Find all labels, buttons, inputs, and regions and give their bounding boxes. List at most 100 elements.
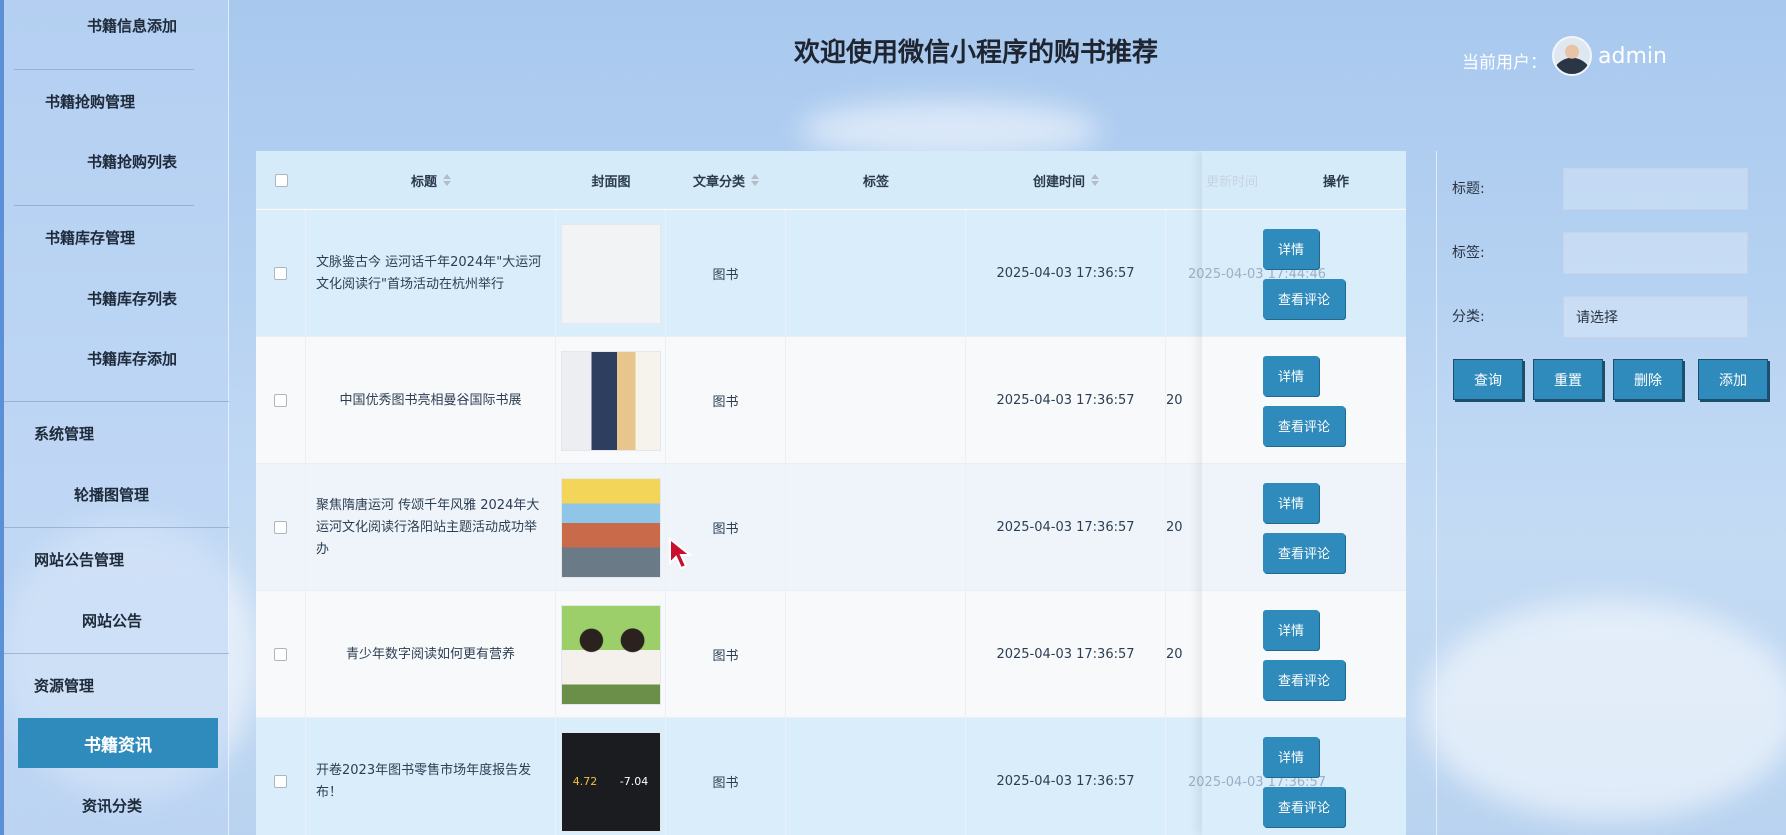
panel-divider	[1436, 151, 1437, 835]
row-category: 图书	[666, 337, 786, 464]
row-cover-cell	[556, 337, 666, 464]
view-comments-button[interactable]: 查看评论	[1263, 659, 1345, 700]
filter-title-input[interactable]	[1563, 168, 1748, 210]
delete-button[interactable]: 删除	[1613, 359, 1683, 400]
sidebar-item-notice[interactable]: 网站公告	[82, 610, 142, 631]
row-cover-cell	[556, 464, 666, 591]
sidebar-item-resource-mgmt[interactable]: 资源管理	[34, 675, 94, 696]
row-updated: 20	[1166, 393, 1183, 408]
row-title: 青少年数字阅读如何更有营养	[306, 591, 556, 718]
sort-icon[interactable]	[443, 174, 451, 186]
row-select-cell	[256, 718, 306, 835]
detail-button[interactable]: 详情	[1263, 482, 1319, 523]
sidebar-item-book-stock-list[interactable]: 书籍库存列表	[87, 288, 177, 309]
row-checkbox[interactable]	[274, 267, 287, 280]
row-select-cell	[256, 210, 306, 337]
filter-title-label: 标题:	[1452, 181, 1485, 197]
cover-value-down: -7.04	[619, 775, 649, 788]
detail-button[interactable]: 详情	[1263, 228, 1319, 269]
row-title: 中国优秀图书亮相曼谷国际书展	[306, 337, 556, 464]
reset-button[interactable]: 重置	[1533, 359, 1603, 400]
row-checkbox[interactable]	[274, 521, 287, 534]
row-created: 2025-04-03 17:36:57	[966, 464, 1166, 591]
row-select-cell	[256, 337, 306, 464]
sidebar-divider	[4, 527, 229, 528]
col-tag: 标签	[786, 151, 966, 209]
view-comments-button[interactable]: 查看评论	[1263, 278, 1345, 319]
row-select-cell	[256, 591, 306, 718]
query-button[interactable]: 查询	[1453, 359, 1523, 400]
col-title-label: 标题	[410, 174, 437, 190]
col-category[interactable]: 文章分类	[666, 151, 786, 209]
row-updated: 20	[1166, 647, 1183, 662]
row-tag	[786, 718, 966, 835]
sidebar-item-book-stock-add[interactable]: 书籍库存添加	[87, 348, 177, 369]
row-category: 图书	[666, 464, 786, 591]
view-comments-button[interactable]: 查看评论	[1263, 786, 1345, 827]
col-created-label: 创建时间	[1032, 174, 1085, 190]
sidebar-item-book-flash-sale-mgmt[interactable]: 书籍抢购管理	[45, 91, 135, 112]
col-created[interactable]: 创建时间	[966, 151, 1166, 209]
sort-icon[interactable]	[1091, 174, 1099, 186]
row-created: 2025-04-03 17:36:57	[966, 591, 1166, 718]
detail-button[interactable]: 详情	[1263, 355, 1319, 396]
col-title[interactable]: 标题	[306, 151, 556, 209]
filter-category-select[interactable]: 请选择	[1563, 296, 1748, 338]
detail-button[interactable]: 详情	[1263, 736, 1319, 777]
cover-image	[560, 223, 661, 324]
row-checkbox[interactable]	[274, 394, 287, 407]
row-actions: 详情 查看评论	[1202, 718, 1406, 835]
col-tag-label: 标签	[862, 174, 889, 190]
row-tag	[786, 337, 966, 464]
sidebar-divider	[14, 205, 194, 206]
col-cover-label: 封面图	[591, 174, 631, 190]
user-name[interactable]: admin	[1598, 44, 1667, 69]
row-checkbox[interactable]	[274, 775, 287, 788]
sidebar-item-book-stock-mgmt[interactable]: 书籍库存管理	[45, 227, 135, 248]
filter-tag-input[interactable]	[1563, 232, 1748, 274]
row-cover-cell: 4.72 -7.04	[556, 718, 666, 835]
cover-image	[560, 350, 661, 451]
cover-image	[560, 477, 661, 578]
sidebar-divider	[14, 69, 194, 70]
sidebar-divider	[4, 401, 229, 402]
filter-tag-label: 标签:	[1452, 245, 1485, 261]
row-title: 聚焦隋唐运河 传颂千年风雅 2024年大运河文化阅读行洛阳站主题活动成功举办	[306, 464, 556, 591]
row-select-cell	[256, 464, 306, 591]
row-cover-cell	[556, 591, 666, 718]
page-title: 欢迎使用微信小程序的购书推荐	[793, 38, 1158, 68]
sidebar-item-news-category[interactable]: 资讯分类	[82, 795, 142, 816]
avatar[interactable]	[1552, 36, 1592, 76]
view-comments-button[interactable]: 查看评论	[1263, 532, 1345, 573]
cover-image: 4.72 -7.04	[560, 731, 661, 832]
col-category-label: 文章分类	[692, 174, 745, 190]
row-title: 开卷2023年图书零售市场年度报告发布！	[306, 718, 556, 835]
row-actions: 详情 查看评论	[1202, 210, 1406, 337]
row-actions: 详情 查看评论	[1202, 464, 1406, 591]
sidebar-item-book-flash-sale-list[interactable]: 书籍抢购列表	[87, 151, 177, 172]
select-all-checkbox[interactable]	[274, 173, 288, 187]
row-category: 图书	[666, 210, 786, 337]
row-checkbox[interactable]	[274, 648, 287, 661]
row-actions: 详情 查看评论	[1202, 591, 1406, 718]
row-title: 文脉鉴古今 运河话千年2024年"大运河文化阅读行"首场活动在杭州举行	[306, 210, 556, 337]
sidebar-item-book-info-add[interactable]: 书籍信息添加	[87, 15, 177, 36]
add-button[interactable]: 添加	[1698, 359, 1768, 400]
sort-icon[interactable]	[751, 174, 759, 186]
filter-category-label: 分类:	[1452, 309, 1485, 325]
row-category: 图书	[666, 718, 786, 835]
detail-button[interactable]: 详情	[1263, 609, 1319, 650]
row-updated: 20	[1166, 520, 1183, 535]
sidebar-item-carousel-mgmt[interactable]: 轮播图管理	[74, 484, 149, 505]
row-actions: 详情 查看评论	[1202, 337, 1406, 464]
row-category: 图书	[666, 591, 786, 718]
current-user-label: 当前用户：	[1462, 53, 1547, 73]
sidebar: 书籍信息添加 书籍抢购管理 书籍抢购列表 书籍库存管理 书籍库存列表 书籍库存添…	[0, 0, 229, 835]
sidebar-item-notice-mgmt[interactable]: 网站公告管理	[34, 549, 124, 570]
sidebar-item-book-news[interactable]: 书籍资讯	[18, 718, 218, 768]
row-created: 2025-04-03 17:36:57	[966, 337, 1166, 464]
view-comments-button[interactable]: 查看评论	[1263, 405, 1345, 446]
sidebar-item-system-mgmt[interactable]: 系统管理	[34, 423, 94, 444]
col-cover: 封面图	[556, 151, 666, 209]
row-tag	[786, 591, 966, 718]
